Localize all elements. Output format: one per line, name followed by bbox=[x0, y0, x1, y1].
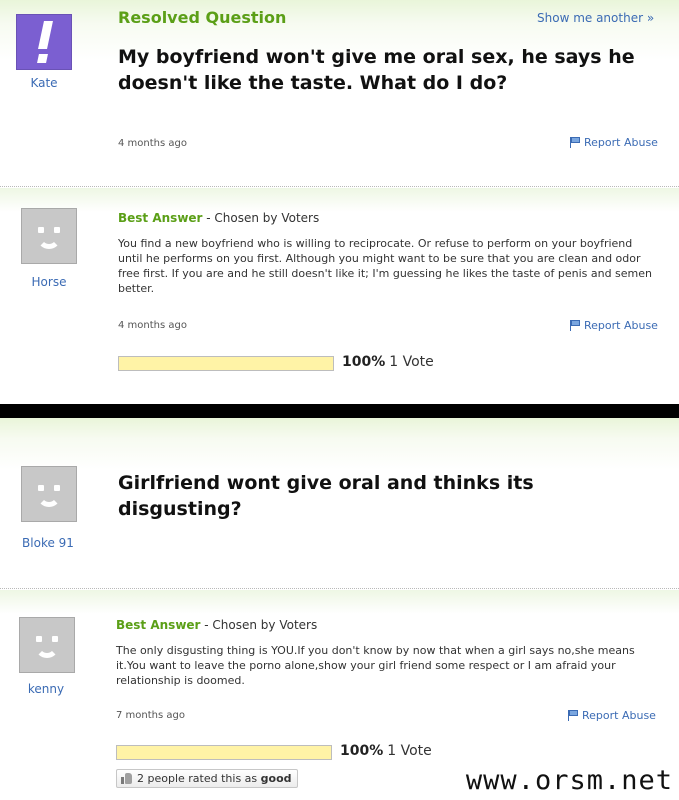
asker-name[interactable]: Bloke 91 bbox=[8, 536, 88, 550]
vote-bar bbox=[118, 356, 334, 371]
best-answer-header: Best Answer - Chosen by Voters bbox=[118, 211, 319, 225]
report-abuse-link[interactable]: Report Abuse bbox=[570, 136, 658, 149]
asker-avatar[interactable] bbox=[21, 466, 77, 522]
thumbs-up-icon bbox=[121, 772, 133, 784]
answer-text: The only disgusting thing is YOU.If you … bbox=[116, 644, 635, 687]
avatar-mouth bbox=[37, 495, 61, 507]
flag-icon bbox=[570, 137, 580, 148]
screenshot-panel-1: Kate Resolved Question Show me another »… bbox=[0, 0, 679, 404]
black-separator bbox=[0, 404, 679, 418]
answer-timestamp: 7 months ago bbox=[116, 710, 185, 721]
vote-count: 1 Vote bbox=[389, 354, 434, 370]
question-title: My boyfriend won't give me oral sex, he … bbox=[118, 46, 635, 94]
screenshot-panel-2: Bloke 91 Girlfriend wont give oral and t… bbox=[0, 418, 679, 800]
answer-timestamp: 4 months ago bbox=[118, 320, 187, 331]
avatar-eye-right bbox=[54, 485, 60, 491]
avatar-eye-left bbox=[38, 485, 44, 491]
show-another-link[interactable]: Show me another » bbox=[537, 11, 654, 25]
question-timestamp: 4 months ago bbox=[118, 138, 187, 149]
exclamation-dot bbox=[37, 54, 48, 63]
answerer-avatar[interactable] bbox=[19, 617, 75, 673]
divider bbox=[0, 186, 679, 187]
divider bbox=[0, 588, 679, 589]
flag-icon bbox=[570, 320, 580, 331]
question-title: Girlfriend wont give oral and thinks its… bbox=[118, 472, 534, 520]
vote-summary: 100% 1 Vote bbox=[340, 743, 432, 759]
avatar-eye-left bbox=[36, 636, 42, 642]
vote-count: 1 Vote bbox=[387, 743, 432, 759]
vote-percent: 100% bbox=[340, 743, 384, 759]
answer-report-abuse-link[interactable]: Report Abuse bbox=[568, 709, 656, 722]
vote-bar-fill bbox=[119, 357, 333, 370]
avatar-mouth bbox=[35, 646, 59, 658]
question-header-bg bbox=[0, 418, 679, 470]
avatar-eye-left bbox=[38, 227, 44, 233]
asker-avatar[interactable] bbox=[16, 14, 72, 70]
flag-icon bbox=[568, 710, 578, 721]
answerer-name[interactable]: kenny bbox=[6, 682, 86, 696]
best-answer-label: Best Answer bbox=[118, 211, 203, 225]
rated-good-button[interactable]: 2 people rated this as good bbox=[116, 769, 298, 788]
watermark: www.orsm.net bbox=[465, 765, 673, 796]
answerer-avatar[interactable] bbox=[21, 208, 77, 264]
vote-bar bbox=[116, 745, 332, 760]
rated-word: good bbox=[260, 772, 292, 785]
vote-summary: 100% 1 Vote bbox=[342, 354, 434, 370]
best-answer-header: Best Answer - Chosen by Voters bbox=[116, 618, 317, 632]
report-abuse-label: Report Abuse bbox=[584, 136, 658, 149]
avatar-mouth bbox=[37, 237, 61, 249]
answer-text: You find a new boyfriend who is willing … bbox=[118, 237, 653, 295]
answer-header-bg bbox=[0, 188, 679, 228]
chosen-by-label: - Chosen by Voters bbox=[202, 211, 320, 225]
best-answer-label: Best Answer bbox=[116, 618, 201, 632]
avatar-eye-right bbox=[54, 227, 60, 233]
report-abuse-label: Report Abuse bbox=[582, 709, 656, 722]
report-abuse-label: Report Abuse bbox=[584, 319, 658, 332]
exclamation-icon bbox=[38, 21, 53, 49]
answer-report-abuse-link[interactable]: Report Abuse bbox=[570, 319, 658, 332]
answerer-name[interactable]: Horse bbox=[9, 275, 89, 289]
chosen-by-label: - Chosen by Voters bbox=[200, 618, 318, 632]
rated-text: 2 people rated this as bbox=[137, 772, 258, 785]
vote-bar-fill bbox=[117, 746, 331, 759]
avatar-eye-right bbox=[52, 636, 58, 642]
resolved-question-label: Resolved Question bbox=[118, 8, 287, 27]
vote-percent: 100% bbox=[342, 354, 386, 370]
asker-name[interactable]: Kate bbox=[4, 76, 84, 90]
answer-header-bg bbox=[0, 590, 679, 630]
